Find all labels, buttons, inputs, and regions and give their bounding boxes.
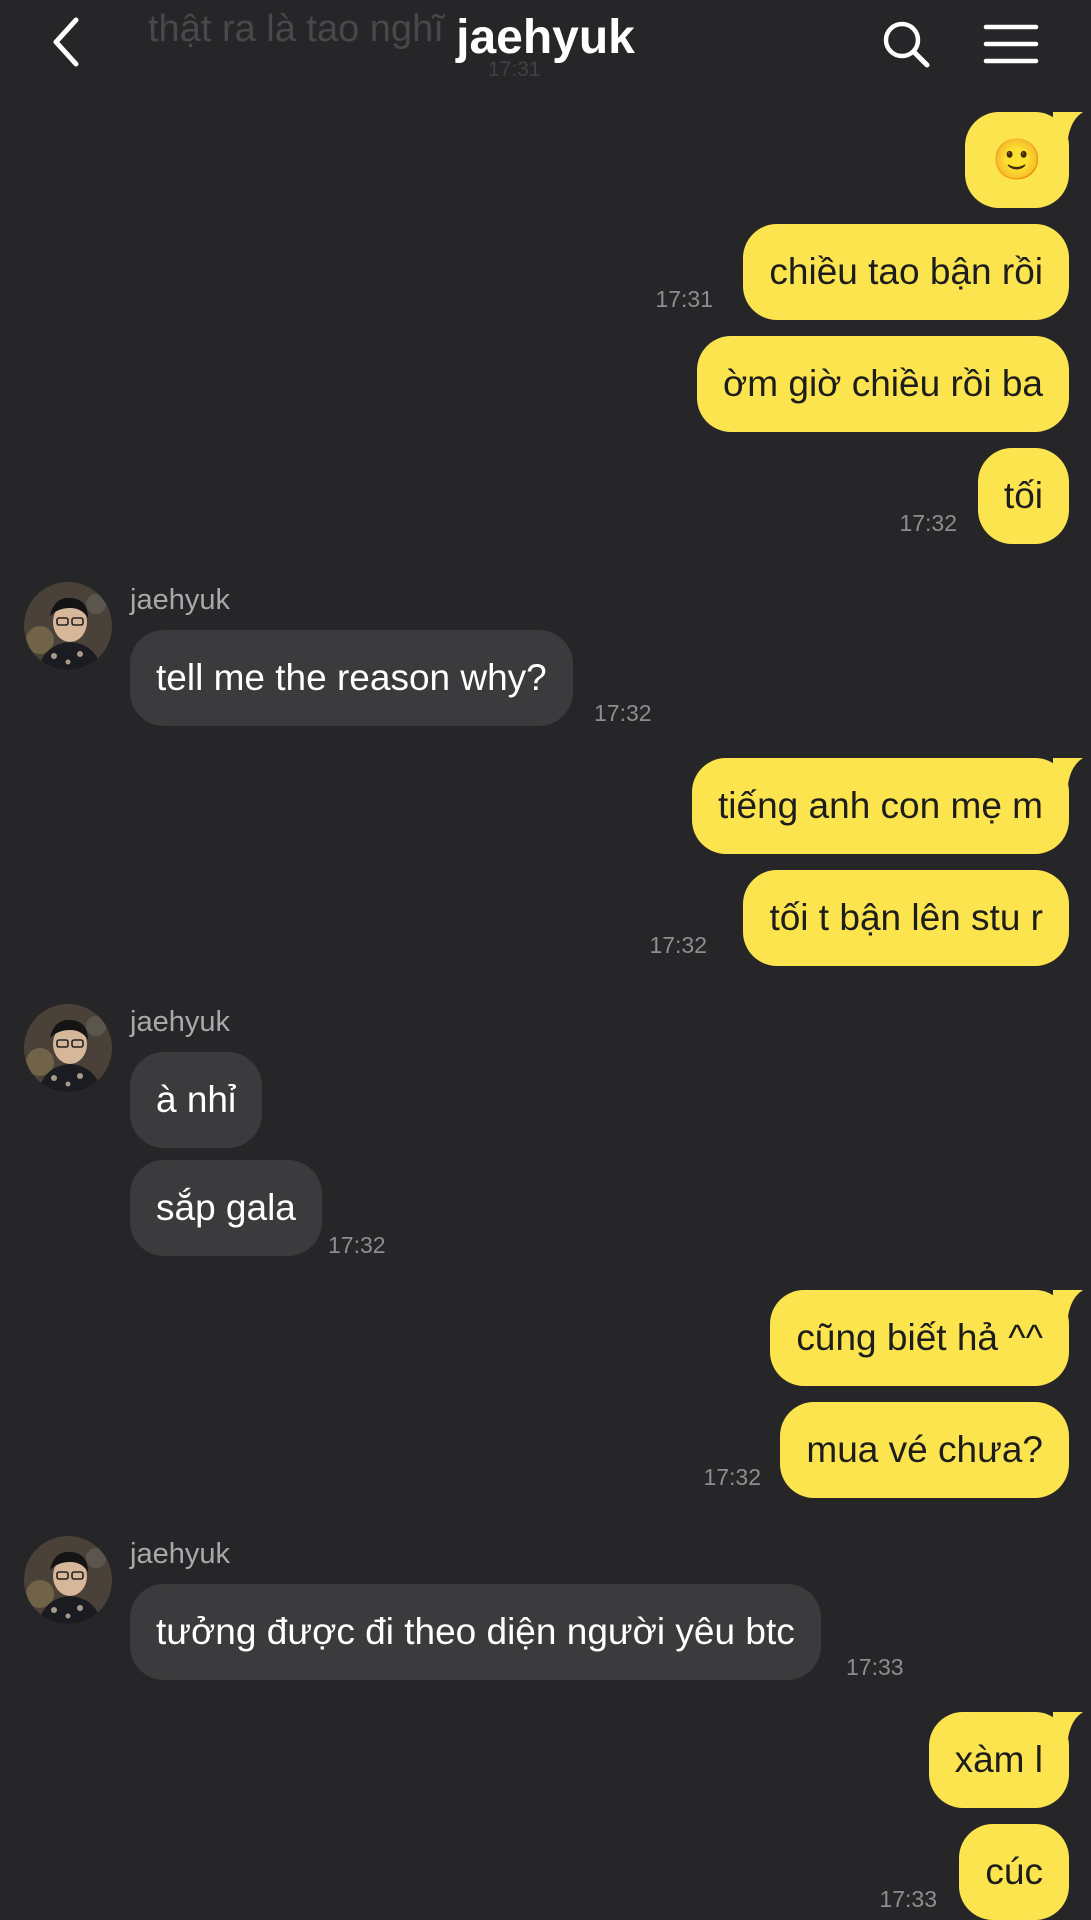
message-text: cũng biết hả ^^ bbox=[796, 1317, 1043, 1358]
message-text: tell me the reason why? bbox=[156, 657, 547, 698]
message-text: sắp gala bbox=[156, 1187, 296, 1228]
avatar[interactable] bbox=[24, 1536, 112, 1624]
message-time: 17:32 bbox=[594, 700, 652, 726]
incoming-bubble[interactable]: tưởng được đi theo diện người yêu btc bbox=[130, 1584, 821, 1680]
outgoing-bubble[interactable]: ờm giờ chiều rồi ba bbox=[697, 336, 1069, 432]
outgoing-bubble[interactable]: cúc bbox=[959, 1824, 1069, 1920]
avatar-image bbox=[24, 1536, 112, 1624]
message-text: tưởng được đi theo diện người yêu btc bbox=[156, 1611, 795, 1652]
outgoing-bubble[interactable]: xàm l bbox=[928, 1712, 1083, 1808]
bubble-tail bbox=[1053, 758, 1083, 798]
message-text: tối t bận lên stu r bbox=[769, 897, 1043, 938]
incoming-bubble[interactable]: sắp gala bbox=[130, 1160, 322, 1256]
message-time: 17:32 bbox=[328, 1232, 386, 1258]
message-text: à nhỉ bbox=[156, 1079, 237, 1120]
outgoing-bubble[interactable]: 🙂 bbox=[965, 112, 1083, 208]
outgoing-bubble[interactable]: tối t bận lên stu r bbox=[743, 870, 1069, 966]
search-button[interactable] bbox=[876, 14, 936, 74]
outgoing-bubble[interactable]: tối bbox=[977, 448, 1069, 544]
message-text: ờm giờ chiều rồi ba bbox=[723, 363, 1043, 404]
avatar[interactable] bbox=[24, 1004, 112, 1092]
message-time: 17:33 bbox=[879, 1886, 937, 1912]
message-time: 17:32 bbox=[649, 932, 707, 958]
message-time: 17:32 bbox=[703, 1464, 761, 1490]
sender-name: jaehyuk bbox=[130, 1538, 230, 1570]
incoming-bubble[interactable]: à nhỉ bbox=[130, 1052, 263, 1148]
sender-name: jaehyuk bbox=[130, 584, 230, 616]
message-text: mua vé chưa? bbox=[806, 1429, 1043, 1470]
message-time: 17:31 bbox=[655, 286, 713, 312]
avatar[interactable] bbox=[24, 582, 112, 670]
message-text: tối bbox=[1003, 475, 1043, 516]
message-time: 17:33 bbox=[846, 1654, 904, 1680]
incoming-bubble[interactable]: tell me the reason why? bbox=[130, 630, 573, 726]
message-text: cúc bbox=[985, 1851, 1043, 1892]
menu-button[interactable] bbox=[978, 14, 1044, 74]
message-text: xàm l bbox=[954, 1739, 1043, 1780]
outgoing-bubble[interactable]: chiều tao bận rồi bbox=[743, 224, 1069, 320]
message-text: 🙂 bbox=[992, 138, 1042, 182]
message-text: chiều tao bận rồi bbox=[769, 251, 1043, 292]
avatar-image bbox=[24, 582, 112, 670]
message-time: 17:32 bbox=[899, 510, 957, 536]
outgoing-bubble[interactable]: tiếng anh con mẹ m bbox=[692, 758, 1083, 854]
bubble-tail bbox=[1053, 112, 1083, 152]
sender-name: jaehyuk bbox=[130, 1006, 230, 1038]
hamburger-menu-icon bbox=[983, 24, 1039, 64]
search-icon bbox=[883, 21, 930, 68]
avatar-image bbox=[24, 1004, 112, 1092]
outgoing-bubble[interactable]: cũng biết hả ^^ bbox=[770, 1290, 1083, 1386]
bubble-tail bbox=[1053, 1712, 1083, 1752]
outgoing-bubble[interactable]: mua vé chưa? bbox=[780, 1402, 1069, 1498]
chat-header: thật ra là tao nghĩ 17:31 jaehyuk bbox=[0, 0, 1091, 92]
bubble-tail bbox=[1053, 1290, 1083, 1330]
message-text: tiếng anh con mẹ m bbox=[718, 785, 1043, 826]
